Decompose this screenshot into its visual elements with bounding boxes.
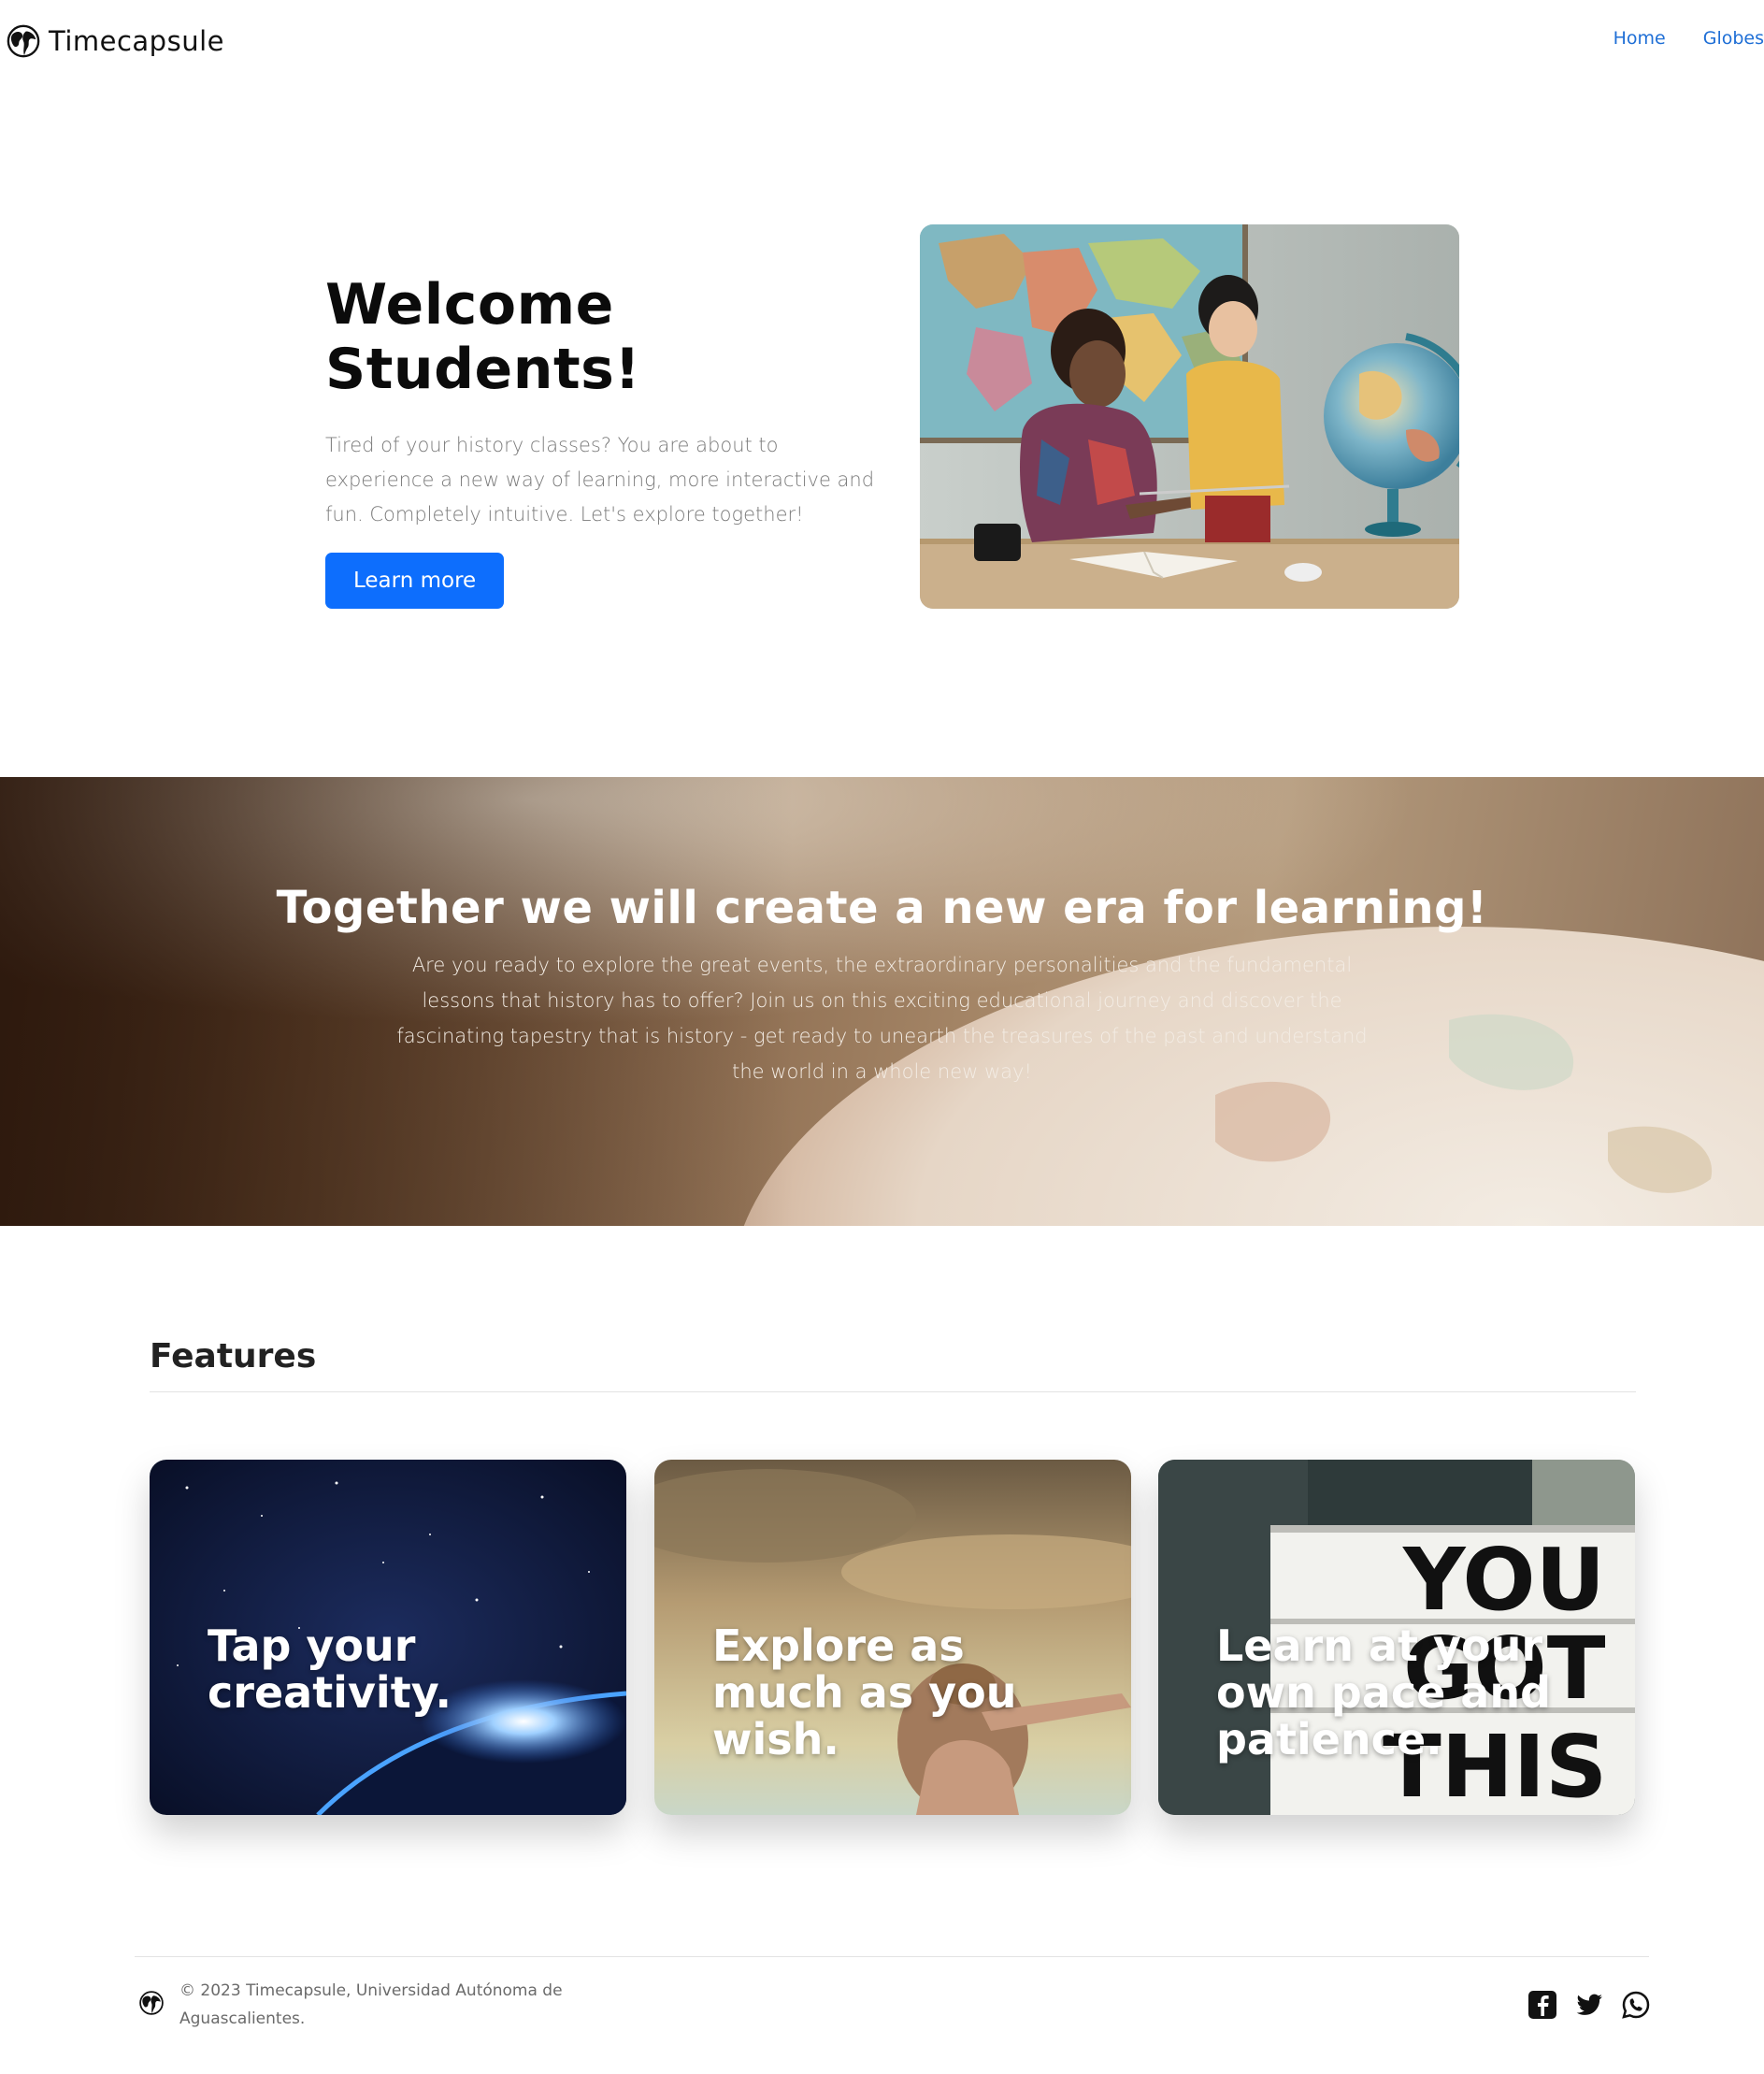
feature-card-title: Tap your creativity. [208, 1620, 452, 1718]
feature-card-title: Learn at your own pace and patience. [1216, 1620, 1552, 1764]
feature-card-creativity[interactable]: Tap your creativity. [150, 1460, 626, 1815]
learn-more-button[interactable]: Learn more [325, 553, 505, 609]
brand[interactable]: Timecapsule [6, 22, 224, 60]
footer-divider [135, 1956, 1649, 1957]
banner-title: Together we will create a new era for le… [276, 882, 1488, 934]
feature-card-title: Explore as much as you wish. [712, 1620, 1017, 1764]
whatsapp-icon[interactable] [1621, 1990, 1651, 2020]
globe-logo-icon [139, 1991, 164, 2015]
feature-card-explore[interactable]: Explore as much as you wish. [654, 1460, 1131, 1815]
facebook-icon[interactable] [1527, 1990, 1557, 2020]
banner-section: Together we will create a new era for le… [0, 777, 1764, 1226]
hero-image [920, 224, 1459, 609]
nav-links: Home Globes [1613, 28, 1764, 49]
banner-content: Together we will create a new era for le… [0, 882, 1764, 1089]
features-divider [150, 1391, 1636, 1392]
hero-lead: Tired of your history classes? You are a… [325, 434, 875, 526]
nav-globes-link[interactable]: Globes [1703, 28, 1764, 49]
feature-card-pace[interactable]: YOU GOT THIS Learn at your own pace and … [1158, 1460, 1635, 1815]
globe-logo-icon [7, 24, 40, 58]
teacher-student-globe-photo [920, 224, 1459, 609]
hero-text: Welcome Students! Tired of your history … [325, 273, 877, 609]
features-title: Features [150, 1337, 317, 1375]
hero-title: Welcome Students! [325, 272, 641, 402]
brand-name: Timecapsule [49, 25, 224, 57]
navbar: Timecapsule Home Globes [0, 0, 1764, 82]
footer-copyright: © 2023 Timecapsule, Universidad Autónoma… [179, 1981, 563, 2028]
banner-text: Are you ready to explore the great event… [396, 954, 1368, 1083]
sign-you-text: YOU [1402, 1530, 1605, 1630]
twitter-icon[interactable] [1574, 1990, 1604, 2020]
nav-home-link[interactable]: Home [1613, 28, 1666, 49]
